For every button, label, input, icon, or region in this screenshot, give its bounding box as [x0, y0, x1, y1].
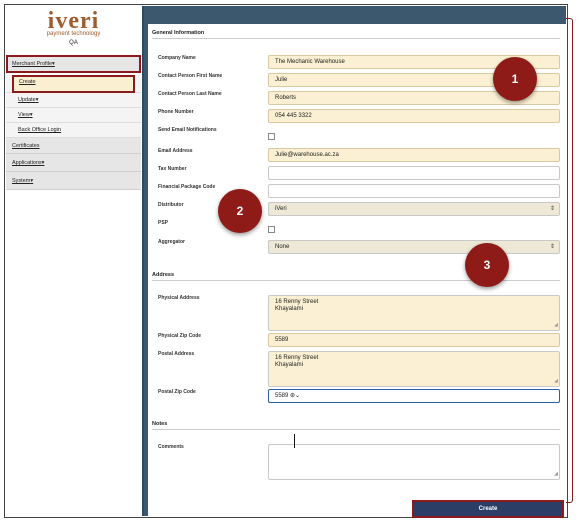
physical-address-line: 16 Renny Street	[275, 299, 319, 305]
email-input[interactable]: Julie@warehouse.ac.za	[268, 148, 560, 162]
send-email-label: Send Email Notifications	[158, 127, 217, 133]
sidebar: iveri payment technology QA Merchant Pro…	[6, 6, 141, 516]
section-divider	[152, 429, 560, 430]
sidebar-item-merchant-profile[interactable]: Merchant Profile▾	[6, 55, 141, 73]
highlight-box	[6, 55, 141, 73]
sidebar-subitem-view[interactable]: View▾	[6, 108, 141, 123]
first-name-label: Contact Person First Name	[158, 73, 223, 79]
physical-address-textarea[interactable]: 16 Renny Street Khayalami ◢	[268, 295, 560, 331]
sidebar-item-applications[interactable]: Applications▾	[6, 154, 141, 172]
physical-address-line: Khayalami	[275, 306, 304, 312]
postal-address-line: Khayalami	[275, 362, 304, 368]
postal-zip-label: Postal Zip Code	[158, 389, 196, 395]
send-email-checkbox[interactable]	[268, 133, 275, 140]
brand-logo: iveri payment technology QA	[6, 8, 141, 54]
section-notes: Notes	[152, 421, 168, 427]
environment-label: QA	[69, 40, 78, 46]
sidebar-subitem-create[interactable]: Create	[12, 75, 135, 93]
comments-label: Comments	[158, 444, 184, 450]
tax-number-label: Tax Number	[158, 166, 187, 172]
section-general-information: General Information	[152, 30, 205, 36]
postal-address-line: 16 Renny Street	[275, 355, 319, 361]
annotation-badge-2: 2	[218, 189, 262, 233]
annotation-badge-1: 1	[493, 57, 537, 101]
financial-package-label: Financial Package Code	[158, 184, 216, 190]
sidebar-subitem-update[interactable]: Update▾	[6, 93, 141, 108]
sidebar-item-certificates[interactable]: Certificates	[6, 138, 141, 154]
create-button[interactable]: Create	[412, 500, 564, 518]
physical-zip-input[interactable]: 5589	[268, 333, 560, 347]
caret-down-icon: ▾	[41, 160, 45, 166]
resize-handle-icon[interactable]: ◢	[554, 471, 558, 478]
resize-handle-icon[interactable]: ◢	[554, 322, 558, 329]
aggregator-label: Aggregator	[158, 239, 185, 245]
text-cursor	[294, 434, 295, 448]
annotation-badge-3: 3	[465, 243, 509, 287]
top-header-bar	[144, 6, 566, 24]
financial-package-input[interactable]	[268, 184, 560, 198]
annotation-bracket	[566, 18, 573, 503]
sidebar-item-label: Applications	[12, 160, 42, 166]
sidebar-item-system[interactable]: System▾	[6, 172, 141, 190]
tax-number-input[interactable]	[268, 166, 560, 180]
distributor-selected-value: iVeri	[275, 206, 287, 212]
sidebar-item-label: View	[18, 112, 30, 118]
caret-down-icon: ▾	[35, 97, 39, 103]
sidebar-item-label: Update	[18, 97, 36, 103]
section-divider	[152, 38, 560, 39]
last-name-label: Contact Person Last Name	[158, 91, 222, 97]
comments-textarea[interactable]: ◢	[268, 444, 560, 480]
phone-label: Phone Number	[158, 109, 194, 115]
sidebar-item-label: System	[12, 178, 31, 184]
brand-tagline: payment technology	[46, 31, 101, 37]
caret-down-icon: ▾	[29, 112, 33, 118]
sidebar-item-label: Certificates	[12, 143, 40, 149]
aggregator-select[interactable]: None ⇕	[268, 240, 560, 254]
sidebar-item-label: Create	[19, 79, 36, 85]
select-arrows-icon: ⇕	[549, 244, 555, 250]
sidebar-nav: Merchant Profile▾ Create Update▾ View▾ B…	[6, 55, 141, 190]
physical-address-label: Physical Address	[158, 295, 200, 301]
physical-zip-label: Physical Zip Code	[158, 333, 202, 339]
postal-address-textarea[interactable]: 16 Renny Street Khayalami ◢	[268, 351, 560, 387]
resize-handle-icon[interactable]: ◢	[554, 378, 558, 385]
autofill-dropdown-icon[interactable]: ⊛⌄	[290, 393, 300, 399]
aggregator-selected-value: None	[275, 244, 290, 250]
sidebar-item-label: Back Office Login	[18, 127, 62, 133]
email-label: Email Address	[158, 148, 193, 154]
distributor-select[interactable]: iVeri ⇕	[268, 202, 560, 216]
select-arrows-icon: ⇕	[549, 206, 555, 212]
psp-checkbox[interactable]	[268, 226, 275, 233]
postal-zip-input[interactable]: 5589 ⊛⌄	[268, 389, 560, 403]
section-address: Address	[152, 272, 175, 278]
company-name-label: Company Name	[158, 55, 196, 61]
distributor-label: Distributor	[158, 202, 184, 208]
phone-input[interactable]: 054 445 3322	[268, 109, 560, 123]
postal-zip-value: 5589	[275, 393, 289, 399]
caret-down-icon: ▾	[30, 178, 34, 184]
sidebar-subitem-create-row: Create	[6, 75, 141, 93]
sidebar-subitem-back-office-login[interactable]: Back Office Login	[6, 123, 141, 138]
psp-label: PSP	[158, 220, 169, 226]
postal-address-label: Postal Address	[158, 351, 195, 357]
